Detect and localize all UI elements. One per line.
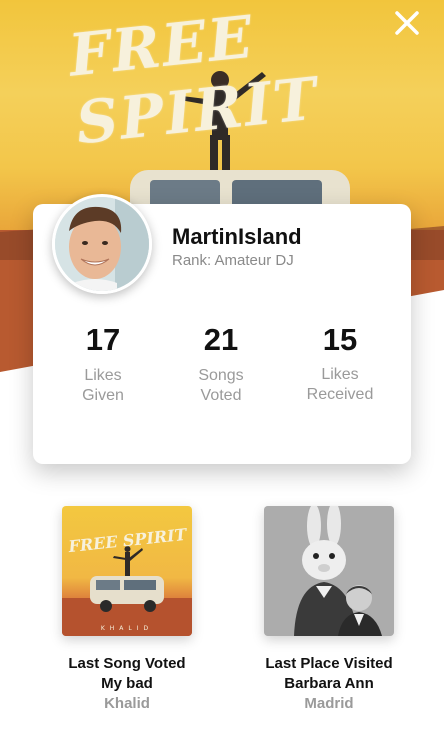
stat-value: 21 (203, 322, 239, 357)
stat-songs-voted: 21 Songs Voted (166, 322, 276, 406)
last-song-name: My bad (101, 675, 153, 692)
tile-title: Last Place Visited (265, 655, 393, 672)
last-place-song: Barbara Ann (284, 675, 374, 692)
close-icon[interactable] (392, 8, 422, 38)
stat-likes-received: 15 Likes Received (285, 322, 395, 405)
album-cover[interactable]: FREE SPIRIT KHALID (62, 506, 192, 636)
username: MartinIsland (172, 224, 302, 249)
user-avatar-icon (55, 197, 149, 291)
stat-label: Likes (84, 367, 122, 384)
avatar[interactable] (52, 194, 152, 294)
stat-likes-given: 17 Likes Given (48, 322, 158, 406)
stat-label: Received (306, 386, 374, 403)
last-song-tile[interactable]: FREE SPIRIT KHALID Last Song Voted My ba… (37, 506, 217, 714)
album-cover-artist: KHALID (101, 625, 153, 632)
stat-label: Likes (321, 366, 359, 383)
last-place-tile[interactable]: Last Place Visited Barbara Ann Madrid (239, 506, 419, 714)
tile-title: Last Song Voted (68, 655, 186, 672)
last-song-artist: Khalid (104, 695, 150, 712)
user-rank: Rank: Amateur DJ (172, 252, 294, 269)
stat-label: Given (82, 387, 124, 404)
stat-value: 17 (85, 322, 121, 357)
stat-label: Songs (198, 367, 244, 384)
stat-value: 15 (322, 322, 358, 357)
place-photo[interactable] (264, 506, 394, 636)
last-place-city: Madrid (304, 695, 354, 712)
stat-label: Voted (200, 387, 242, 404)
